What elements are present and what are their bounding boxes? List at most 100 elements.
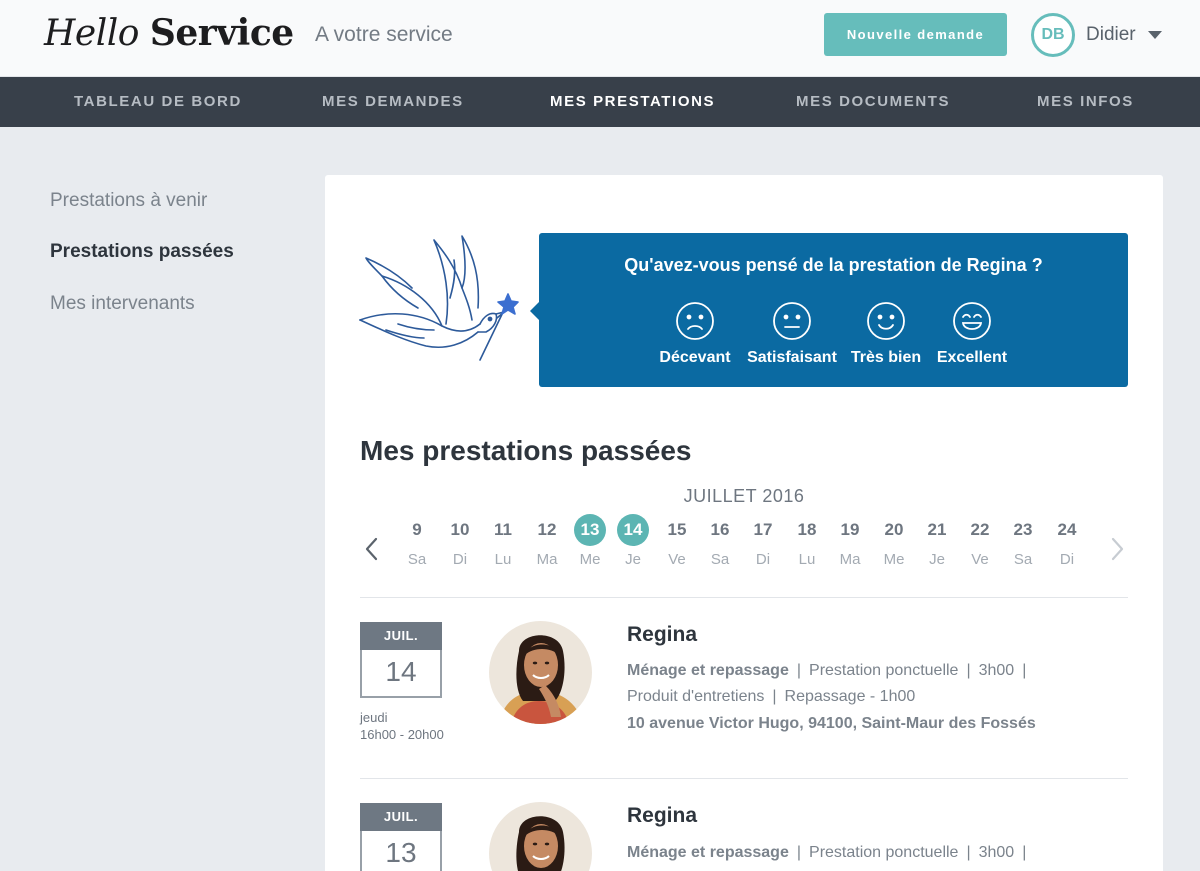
calendar-day[interactable]: 24 Di	[1047, 514, 1087, 568]
day-weekday: Sa	[1013, 551, 1033, 568]
tab-mes-infos[interactable]: MES INFOS	[1037, 77, 1134, 127]
prestation-duration: 3h00	[978, 844, 1015, 861]
day-weekday: Lu	[798, 551, 816, 568]
prestation-address: 10 avenue Victor Hugo, 94100, Saint-Maur…	[627, 715, 1036, 732]
separator: |	[796, 844, 802, 861]
calendar-day[interactable]: 12 Ma	[527, 514, 567, 568]
calendar-day[interactable]: 21 Je	[917, 514, 957, 568]
day-number: 21	[927, 520, 947, 539]
calendar-day[interactable]: 20 Me	[874, 514, 914, 568]
separator: |	[796, 662, 802, 679]
bird-with-wand-illustration	[359, 235, 519, 361]
calendar-day[interactable]: 19 Ma	[830, 514, 870, 568]
day-number: 24	[1057, 520, 1077, 539]
rating-option-label: Excellent	[936, 349, 1008, 366]
calendar-day[interactable]: 10 Di	[440, 514, 480, 568]
day-weekday: Je	[929, 551, 945, 568]
main-nav: TABLEAU DE BORD MES DEMANDES MES PRESTAT…	[0, 77, 1200, 127]
date-badge-month: JUIL.	[360, 803, 442, 831]
day-weekday: Me	[579, 551, 601, 568]
calendar-day[interactable]: 9 Sa	[397, 514, 437, 568]
prestation-type: Prestation ponctuelle	[809, 662, 959, 679]
extra-item: Repassage - 1h00	[784, 688, 916, 705]
prestation-duration: 3h00	[978, 662, 1015, 679]
separator: |	[772, 688, 777, 705]
date-badge: JUIL. 13	[360, 803, 442, 871]
chevron-left-icon[interactable]	[362, 536, 382, 562]
day-number: 18	[797, 520, 817, 539]
day-weekday: Lu	[494, 551, 512, 568]
sidebar-item-upcoming[interactable]: Prestations à venir	[50, 190, 207, 212]
rating-option-excellent[interactable]: Excellent	[912, 301, 1032, 367]
divider	[360, 597, 1128, 598]
date-badge-month: JUIL.	[360, 622, 442, 650]
day-number: 22	[970, 520, 990, 539]
day-number: 20	[884, 520, 904, 539]
separator: |	[966, 662, 971, 679]
day-weekday: Di	[755, 551, 771, 568]
day-weekday: Ve	[668, 551, 686, 568]
chevron-right-icon[interactable]	[1107, 536, 1127, 562]
sidebar-item-providers[interactable]: Mes intervenants	[50, 293, 195, 315]
logo[interactable]: Hello Service	[44, 12, 294, 54]
calendar-day[interactable]: 23 Sa	[1003, 514, 1043, 568]
separator: |	[1022, 662, 1027, 679]
day-number: 9	[412, 520, 422, 539]
day-number: 19	[840, 520, 860, 539]
calendar-day[interactable]: 18 Lu	[787, 514, 827, 568]
day-weekday: Je	[625, 551, 641, 568]
provider-name: Regina	[627, 623, 698, 646]
calendar-day[interactable]: 17 Di	[743, 514, 783, 568]
tab-mes-documents[interactable]: MES DOCUMENTS	[796, 77, 950, 127]
rating-panel: Qu'avez-vous pensé de la prestation de R…	[539, 233, 1128, 387]
prestation-details: Ménage et repassage | Prestation ponctuell…	[627, 662, 1034, 680]
extra-item: Produit d'entretiens	[627, 688, 765, 705]
logo-part-1: Hello	[44, 13, 139, 54]
day-number: 12	[537, 520, 557, 539]
prestation-weekday: jeudi	[360, 710, 388, 725]
calendar-day-selected[interactable]: 13 Me	[570, 514, 610, 568]
rating-question: Qu'avez-vous pensé de la prestation de R…	[624, 255, 1043, 275]
service-name: Ménage et repassage	[627, 662, 789, 679]
calendar-month: JUILLET 2016	[683, 486, 805, 506]
prestation-extras: Produit d'entretiens | Repassage - 1h00	[627, 688, 915, 706]
day-number: 13	[574, 514, 606, 546]
tab-tableau-de-bord[interactable]: TABLEAU DE BORD	[74, 77, 242, 127]
neutral-face-icon	[773, 302, 811, 340]
sidebar-item-past[interactable]: Prestations passées	[50, 241, 234, 263]
date-badge-day: 14	[385, 656, 417, 687]
sad-face-icon	[676, 302, 714, 340]
day-weekday: Di	[452, 551, 468, 568]
calendar-day-selected[interactable]: 14 Je	[613, 514, 653, 568]
smile-face-icon	[867, 302, 905, 340]
provider-avatar[interactable]	[489, 621, 592, 724]
day-weekday: Ve	[971, 551, 989, 568]
new-request-button[interactable]: Nouvelle demande	[824, 13, 1007, 56]
tab-mes-prestations[interactable]: MES PRESTATIONS	[550, 77, 715, 127]
provider-photo	[489, 621, 592, 724]
day-weekday: Sa	[710, 551, 730, 568]
day-weekday: Ma	[839, 551, 861, 568]
calendar-day[interactable]: 11 Lu	[483, 514, 523, 568]
user-avatar[interactable]: DB	[1031, 13, 1075, 57]
calendar-day[interactable]: 15 Ve	[657, 514, 697, 568]
grin-face-icon	[953, 302, 991, 340]
date-badge-day: 13	[385, 837, 417, 868]
calendar-day[interactable]: 16 Sa	[700, 514, 740, 568]
day-number: 11	[494, 520, 512, 539]
divider	[360, 778, 1128, 779]
day-number: 16	[710, 520, 730, 539]
calendar-day[interactable]: 22 Ve	[960, 514, 1000, 568]
user-name[interactable]: Didier	[1086, 24, 1136, 46]
day-weekday: Di	[1059, 551, 1075, 568]
day-number: 14	[617, 514, 649, 546]
day-number: 10	[450, 520, 470, 539]
day-weekday: Sa	[407, 551, 427, 568]
tab-mes-demandes[interactable]: MES DEMANDES	[322, 77, 464, 127]
page-title: Mes prestations passées	[360, 435, 692, 466]
caret-down-icon[interactable]	[1148, 31, 1162, 39]
day-weekday: Ma	[536, 551, 558, 568]
date-badge: JUIL. 14	[360, 622, 442, 698]
top-header: Hello Service A votre service Nouvelle d…	[0, 0, 1200, 77]
prestation-details: Ménage et repassage | Prestation ponctuell…	[627, 844, 1034, 862]
